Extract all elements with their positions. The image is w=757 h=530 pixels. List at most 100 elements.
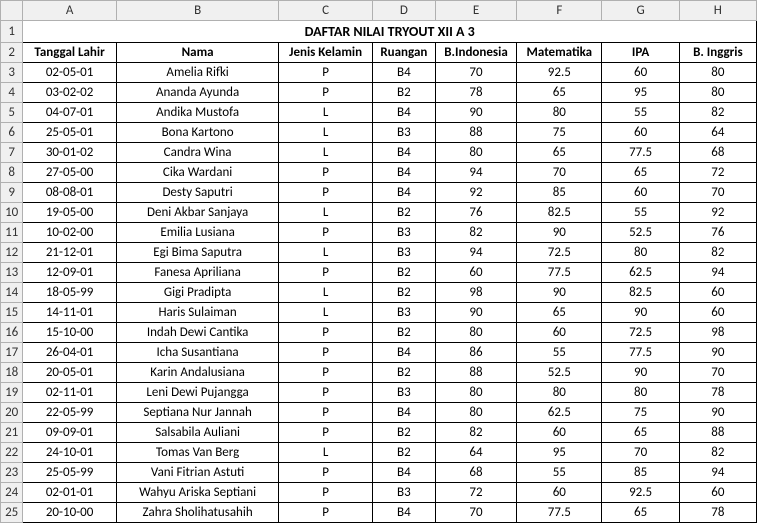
cell-bing[interactable]: 82 bbox=[679, 103, 756, 123]
cell-nama[interactable]: Zahra Sholihatusahih bbox=[116, 503, 279, 523]
cell-ipa[interactable]: 60 bbox=[602, 63, 679, 83]
cell-mtk[interactable]: 62.5 bbox=[517, 403, 602, 423]
cell-jk[interactable]: P bbox=[279, 503, 372, 523]
cell-bindo[interactable]: 82 bbox=[435, 223, 516, 243]
hdr-binggris[interactable]: B. Inggris bbox=[679, 43, 756, 63]
cell-ipa[interactable]: 90 bbox=[602, 303, 679, 323]
cell-jk[interactable]: L bbox=[279, 143, 372, 163]
row-header[interactable]: 15 bbox=[1, 303, 23, 323]
cell-tgl[interactable]: 12-09-01 bbox=[23, 263, 116, 283]
cell-jk[interactable]: P bbox=[279, 263, 372, 283]
cell-ruang[interactable]: B3 bbox=[372, 483, 435, 503]
cell-mtk[interactable]: 55 bbox=[517, 343, 602, 363]
cell-ruang[interactable]: B4 bbox=[372, 143, 435, 163]
cell-ruang[interactable]: B2 bbox=[372, 283, 435, 303]
cell-mtk[interactable]: 90 bbox=[517, 223, 602, 243]
cell-tgl[interactable]: 20-05-01 bbox=[23, 363, 116, 383]
cell-tgl[interactable]: 27-05-00 bbox=[23, 163, 116, 183]
cell-tgl[interactable]: 24-10-01 bbox=[23, 443, 116, 463]
cell-ipa[interactable]: 80 bbox=[602, 243, 679, 263]
hdr-bindonesia[interactable]: B.Indonesia bbox=[435, 43, 516, 63]
cell-nama[interactable]: Egi Bima Saputra bbox=[116, 243, 279, 263]
row-header[interactable]: 3 bbox=[1, 63, 23, 83]
cell-mtk[interactable]: 52.5 bbox=[517, 363, 602, 383]
cell-ipa[interactable]: 80 bbox=[602, 383, 679, 403]
cell-ipa[interactable]: 90 bbox=[602, 363, 679, 383]
hdr-ipa[interactable]: IPA bbox=[602, 43, 679, 63]
cell-jk[interactable]: P bbox=[279, 363, 372, 383]
col-header[interactable]: F bbox=[517, 1, 602, 21]
cell-ipa[interactable]: 60 bbox=[602, 123, 679, 143]
cell-bing[interactable]: 80 bbox=[679, 63, 756, 83]
row-header[interactable]: 14 bbox=[1, 283, 23, 303]
cell-bing[interactable]: 80 bbox=[679, 83, 756, 103]
row-header[interactable]: 2 bbox=[1, 43, 23, 63]
cell-ipa[interactable]: 92.5 bbox=[602, 483, 679, 503]
row-header[interactable]: 16 bbox=[1, 323, 23, 343]
row-header[interactable]: 10 bbox=[1, 203, 23, 223]
cell-tgl[interactable]: 19-05-00 bbox=[23, 203, 116, 223]
col-header[interactable]: D bbox=[372, 1, 435, 21]
cell-ruang[interactable]: B2 bbox=[372, 203, 435, 223]
cell-bing[interactable]: 98 bbox=[679, 323, 756, 343]
cell-ruang[interactable]: B4 bbox=[372, 463, 435, 483]
cell-ruang[interactable]: B4 bbox=[372, 183, 435, 203]
cell-bindo[interactable]: 70 bbox=[435, 63, 516, 83]
cell-bindo[interactable]: 60 bbox=[435, 263, 516, 283]
cell-bing[interactable]: 60 bbox=[679, 283, 756, 303]
col-header[interactable]: B bbox=[116, 1, 279, 21]
cell-mtk[interactable]: 85 bbox=[517, 183, 602, 203]
cell-nama[interactable]: Bona Kartono bbox=[116, 123, 279, 143]
cell-bing[interactable]: 76 bbox=[679, 223, 756, 243]
cell-ipa[interactable]: 55 bbox=[602, 103, 679, 123]
cell-bing[interactable]: 78 bbox=[679, 503, 756, 523]
cell-jk[interactable]: L bbox=[279, 203, 372, 223]
cell-bing[interactable]: 92 bbox=[679, 203, 756, 223]
cell-tgl[interactable]: 04-07-01 bbox=[23, 103, 116, 123]
cell-tgl[interactable]: 30-01-02 bbox=[23, 143, 116, 163]
cell-nama[interactable]: Candra Wina bbox=[116, 143, 279, 163]
hdr-tanggal-lahir[interactable]: Tanggal Lahir bbox=[23, 43, 116, 63]
cell-bing[interactable]: 64 bbox=[679, 123, 756, 143]
cell-jk[interactable]: L bbox=[279, 283, 372, 303]
cell-ruang[interactable]: B4 bbox=[372, 343, 435, 363]
cell-bindo[interactable]: 80 bbox=[435, 143, 516, 163]
select-all-corner[interactable] bbox=[1, 1, 23, 21]
cell-tgl[interactable]: 15-10-00 bbox=[23, 323, 116, 343]
cell-bing[interactable]: 88 bbox=[679, 423, 756, 443]
hdr-ruangan[interactable]: Ruangan bbox=[372, 43, 435, 63]
cell-nama[interactable]: Vani Fitrian Astuti bbox=[116, 463, 279, 483]
row-header[interactable]: 19 bbox=[1, 383, 23, 403]
cell-jk[interactable]: P bbox=[279, 383, 372, 403]
cell-ruang[interactable]: B4 bbox=[372, 163, 435, 183]
cell-mtk[interactable]: 77.5 bbox=[517, 263, 602, 283]
cell-ipa[interactable]: 72.5 bbox=[602, 323, 679, 343]
cell-nama[interactable]: Karin Andalusiana bbox=[116, 363, 279, 383]
cell-mtk[interactable]: 65 bbox=[517, 83, 602, 103]
cell-mtk[interactable]: 92.5 bbox=[517, 63, 602, 83]
cell-bindo[interactable]: 90 bbox=[435, 103, 516, 123]
cell-bindo[interactable]: 88 bbox=[435, 123, 516, 143]
cell-bindo[interactable]: 68 bbox=[435, 463, 516, 483]
cell-bing[interactable]: 68 bbox=[679, 143, 756, 163]
cell-ruang[interactable]: B4 bbox=[372, 103, 435, 123]
cell-ruang[interactable]: B3 bbox=[372, 243, 435, 263]
row-header[interactable]: 11 bbox=[1, 223, 23, 243]
cell-bindo[interactable]: 70 bbox=[435, 503, 516, 523]
col-header[interactable]: E bbox=[435, 1, 516, 21]
page-title[interactable]: DAFTAR NILAI TRYOUT XII A 3 bbox=[23, 21, 757, 43]
cell-nama[interactable]: Cika Wardani bbox=[116, 163, 279, 183]
cell-mtk[interactable]: 77.5 bbox=[517, 503, 602, 523]
cell-mtk[interactable]: 75 bbox=[517, 123, 602, 143]
cell-ruang[interactable]: B3 bbox=[372, 383, 435, 403]
hdr-jenis-kelamin[interactable]: Jenis Kelamin bbox=[279, 43, 372, 63]
cell-tgl[interactable]: 03-02-02 bbox=[23, 83, 116, 103]
cell-ruang[interactable]: B3 bbox=[372, 303, 435, 323]
cell-jk[interactable]: P bbox=[279, 223, 372, 243]
cell-ipa[interactable]: 65 bbox=[602, 503, 679, 523]
cell-jk[interactable]: P bbox=[279, 63, 372, 83]
cell-bing[interactable]: 82 bbox=[679, 443, 756, 463]
cell-nama[interactable]: Andika Mustofa bbox=[116, 103, 279, 123]
spreadsheet-grid[interactable]: A B C D E F G H 1 DAFTAR NILAI TRYOUT XI… bbox=[0, 0, 757, 523]
cell-nama[interactable]: Ananda Ayunda bbox=[116, 83, 279, 103]
